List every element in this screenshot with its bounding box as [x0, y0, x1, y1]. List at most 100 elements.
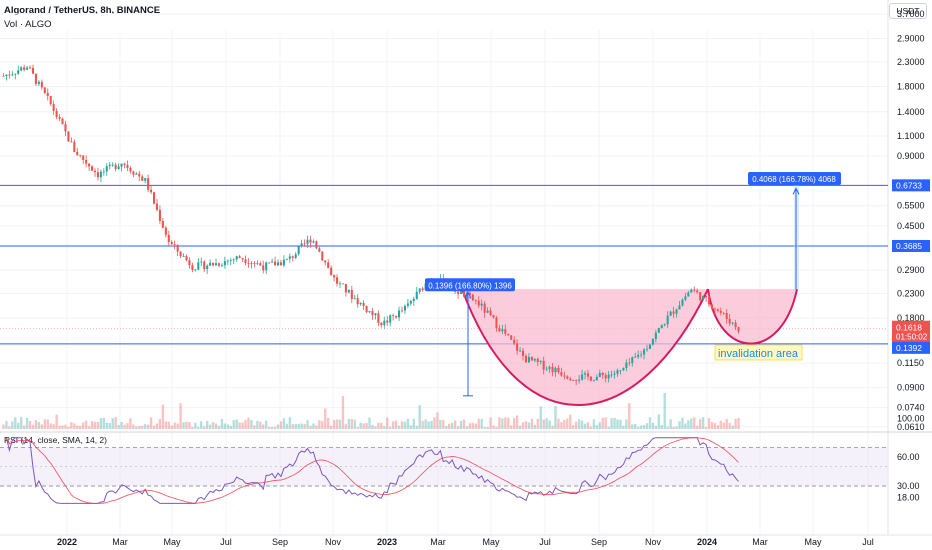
- volume-bar: [645, 423, 649, 429]
- candle-body: [595, 376, 598, 381]
- volume-bar: [291, 424, 294, 429]
- candle-body: [250, 263, 253, 264]
- candle-body: [14, 73, 17, 75]
- volume-bar: [37, 422, 41, 429]
- volume-bar: [604, 417, 607, 429]
- candle-body: [123, 163, 126, 165]
- volume-bar: [362, 423, 365, 429]
- volume-bar: [406, 418, 410, 429]
- volume-bar: [728, 423, 731, 429]
- last-price-label: 0.1618: [896, 323, 922, 333]
- volume-bar: [138, 425, 141, 429]
- volume-bar: [459, 420, 463, 429]
- volume-bar: [34, 420, 38, 429]
- candle-body: [49, 96, 52, 105]
- volume-bar: [173, 422, 176, 429]
- volume-bar: [616, 419, 619, 429]
- candle-body: [625, 362, 628, 368]
- candle-body: [5, 74, 8, 76]
- volume-bar: [512, 418, 516, 429]
- candle-body: [613, 373, 616, 375]
- candle-body: [93, 170, 97, 173]
- volume-bar: [560, 422, 563, 429]
- candle-body: [713, 308, 716, 310]
- volume-bar: [589, 426, 593, 429]
- volume-bar: [631, 424, 634, 429]
- volume-bar: [489, 417, 492, 429]
- candle-body: [583, 373, 587, 375]
- volume-bar: [672, 426, 675, 429]
- candle-body: [220, 265, 223, 267]
- candle-body: [182, 256, 185, 257]
- candle-body: [731, 322, 734, 324]
- volume-bar: [5, 421, 8, 429]
- candle-body: [188, 260, 191, 266]
- y-tick-label: 0.2300: [897, 288, 925, 298]
- volume-bar: [651, 422, 655, 429]
- volume-bar: [580, 420, 584, 429]
- candle-body: [395, 316, 398, 318]
- candle-body: [79, 155, 82, 156]
- candle-body: [392, 315, 395, 317]
- candle-body: [158, 209, 161, 221]
- candle-body: [197, 262, 200, 270]
- candle-body: [200, 261, 203, 263]
- candle-body: [415, 291, 418, 299]
- volume-bar: [386, 417, 389, 429]
- volume-bar: [356, 426, 359, 429]
- volume-bar: [690, 418, 693, 429]
- volume-bar: [377, 422, 380, 429]
- volume-bar: [625, 419, 628, 429]
- volume-bar: [214, 423, 218, 429]
- volume-bar: [123, 424, 126, 429]
- y-tick-label: 0.2900: [897, 265, 925, 275]
- volume-bar: [99, 418, 103, 429]
- chart-canvas[interactable]: 0.1396 (166.80%) 1396 0.4068 (166.78%) 40…: [0, 0, 932, 550]
- volume-bar: [421, 420, 424, 429]
- candle-body: [521, 350, 525, 356]
- volume-bar: [43, 419, 46, 429]
- volume-bar: [55, 414, 58, 429]
- candle-body: [147, 178, 150, 190]
- volume-bar: [321, 421, 324, 429]
- candle-body: [327, 262, 330, 268]
- candle-body: [23, 67, 26, 70]
- candle-body: [73, 141, 76, 152]
- candle-body: [527, 356, 530, 363]
- volume-bar: [208, 424, 212, 429]
- volume-bar: [380, 422, 383, 429]
- volume-bar: [282, 418, 286, 429]
- candle-body: [619, 370, 622, 371]
- volume-bar: [90, 420, 94, 429]
- candle-body: [696, 290, 699, 293]
- volume-bar: [73, 423, 76, 429]
- volume-bar: [79, 425, 82, 429]
- volume-bar: [102, 417, 106, 429]
- volume-bar: [312, 423, 315, 429]
- volume-bar: [566, 418, 569, 429]
- volume-bar: [383, 426, 386, 429]
- volume-bar: [235, 419, 238, 429]
- candle-body: [276, 262, 280, 266]
- x-tick-label: 2024: [697, 537, 717, 547]
- volume-bar: [350, 418, 353, 429]
- candle-body: [194, 269, 197, 271]
- candle-body: [99, 171, 102, 178]
- candle-body: [645, 348, 649, 350]
- volume-bar: [498, 417, 501, 429]
- volume-bar: [400, 421, 404, 429]
- candle-body: [321, 251, 324, 261]
- volume-bar: [412, 418, 415, 429]
- candle-body: [43, 87, 46, 93]
- rsi-pane: RSI (14, close, SMA, 14, 2): [0, 435, 888, 504]
- volume-bar: [20, 417, 23, 429]
- volume-bar: [108, 423, 111, 429]
- volume-bar: [300, 423, 303, 429]
- candle-body: [545, 368, 548, 370]
- volume-bar: [256, 420, 259, 429]
- volume-bar: [374, 426, 377, 429]
- candle-body: [610, 374, 613, 376]
- volume-bar: [471, 422, 475, 429]
- candle-body: [398, 310, 401, 318]
- candle-body: [306, 239, 309, 244]
